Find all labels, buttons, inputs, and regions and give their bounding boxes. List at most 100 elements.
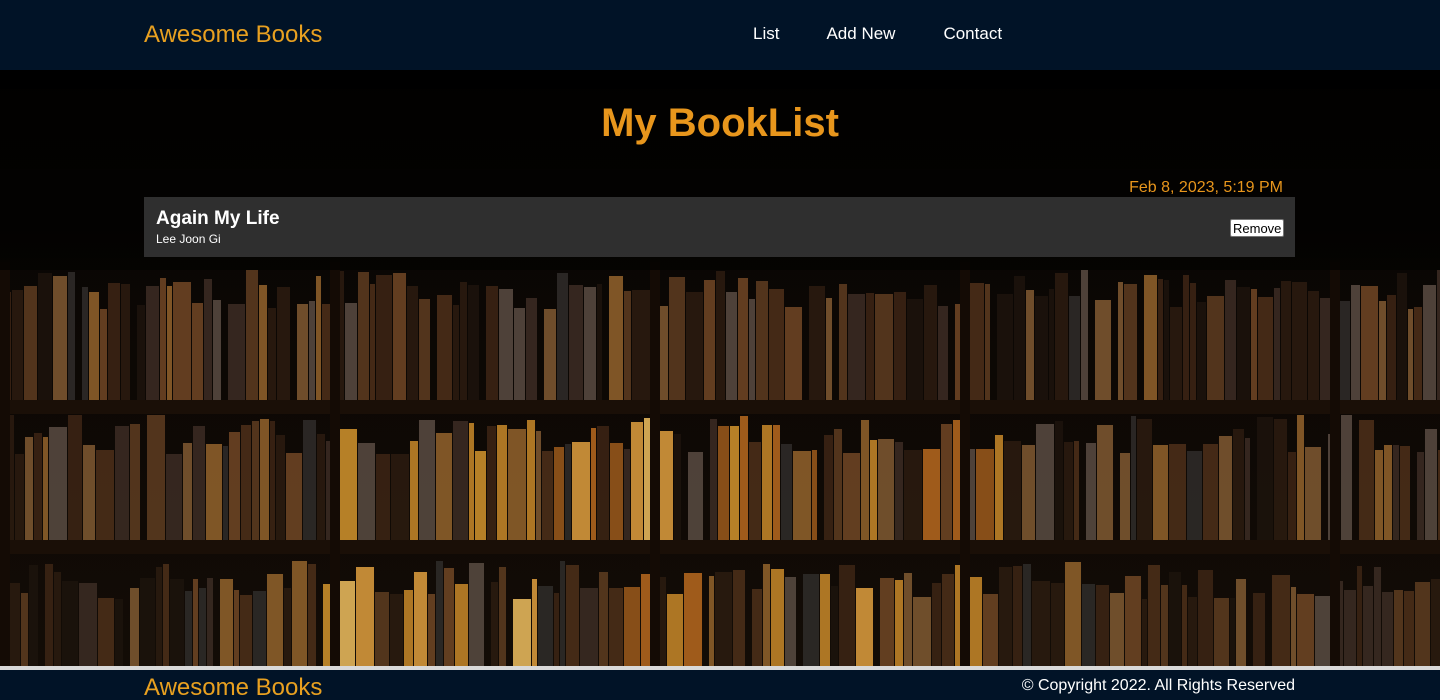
- remove-book-button[interactable]: Remove: [1230, 219, 1285, 237]
- shelf-decor: [192, 303, 203, 400]
- shelf-decor: [1274, 288, 1280, 400]
- shelf-decor: [704, 280, 715, 400]
- shelf-decor: [147, 415, 165, 540]
- shelf-decor: [1425, 429, 1437, 540]
- shelf-decor: [942, 574, 954, 666]
- copyright-text: © Copyright 2022. All Rights Reserved: [1021, 677, 1295, 694]
- shelf-decor: [809, 286, 825, 400]
- shelf-decor: [286, 453, 302, 540]
- shelf-decor: [1158, 279, 1163, 400]
- shelf-decor: [895, 580, 903, 666]
- shelf-decor: [1379, 301, 1386, 400]
- shelf-decor: [96, 450, 114, 540]
- shelf-decor: [1207, 296, 1224, 400]
- shelf-decor: [660, 577, 666, 666]
- shelf-decor: [1233, 429, 1244, 540]
- shelf-decor: [303, 420, 316, 540]
- shelf-decor: [785, 577, 796, 666]
- shelf-decor: [260, 419, 269, 540]
- shelf-decor: [54, 572, 61, 666]
- shelf-decor: [762, 425, 772, 540]
- shelf-decor: [740, 416, 748, 540]
- shelf-decor: [624, 449, 630, 540]
- page-title: My BookList: [601, 101, 839, 145]
- shelf-decor: [1431, 579, 1440, 666]
- shelf-decor: [1137, 419, 1152, 540]
- shelf-decor: [0, 540, 1440, 554]
- shelf-decor: [674, 434, 681, 540]
- footer-brand: Awesome Books: [144, 674, 323, 700]
- shelf-decor: [781, 444, 792, 540]
- shelf-decor: [1291, 587, 1296, 666]
- shelf-decor: [985, 284, 990, 400]
- shelf-decor: [1096, 585, 1109, 666]
- shelf-decor: [1274, 419, 1287, 540]
- shelf-decor: [375, 592, 389, 666]
- shelf-decor: [508, 429, 526, 540]
- shelf-decor: [1197, 302, 1206, 400]
- shelf-decor: [709, 576, 714, 666]
- shelf-decor: [1110, 593, 1124, 666]
- shelf-decor: [49, 427, 67, 540]
- shelf-decor: [839, 565, 855, 666]
- shelf-decor: [356, 567, 374, 666]
- shelf-decor: [560, 561, 565, 666]
- shelf-decor: [976, 449, 994, 540]
- shelf-decor: [428, 594, 435, 666]
- shelf-decor: [824, 435, 833, 540]
- shelf-decor: [89, 292, 99, 400]
- nav-link-contact[interactable]: Contact: [943, 24, 1002, 44]
- shelf-decor: [1170, 307, 1182, 400]
- shelf-decor: [1051, 583, 1064, 666]
- shelf-decor: [1404, 591, 1414, 666]
- shelf-decor: [185, 591, 192, 666]
- shelf-decor: [1086, 443, 1096, 540]
- shelf-decor: [453, 421, 468, 540]
- shelf-decor: [554, 447, 564, 540]
- shelf-decor: [156, 567, 162, 666]
- shelf-decor: [204, 279, 212, 400]
- shelf-decor: [491, 582, 498, 666]
- shelf-decor: [870, 440, 877, 540]
- shelf-decor: [749, 299, 755, 400]
- shelf-decor: [252, 421, 259, 540]
- shelf-decor: [308, 564, 316, 666]
- shelf-decor: [1161, 585, 1168, 666]
- shelf-decor: [100, 309, 107, 400]
- shelf-decor: [1382, 592, 1393, 666]
- shelf-decor: [904, 450, 922, 540]
- shelf-decor: [907, 299, 923, 400]
- shelf-decor: [726, 292, 737, 400]
- shelf-decor: [1414, 307, 1422, 400]
- book-author: Lee Joon Gi: [156, 232, 221, 246]
- shelf-decor: [1164, 280, 1169, 400]
- shelf-decor: [878, 439, 894, 540]
- shelf-decor: [1169, 572, 1181, 666]
- shelf-decor: [733, 570, 745, 666]
- shelf-decor: [669, 277, 685, 400]
- shelf-decor: [1022, 445, 1035, 540]
- shelf-decor: [1049, 289, 1054, 400]
- shelf-decor: [597, 426, 609, 540]
- shelf-decor: [826, 298, 832, 400]
- brand-logo[interactable]: Awesome Books: [144, 21, 322, 49]
- shelf-decor: [1297, 415, 1304, 540]
- nav-link-add-new[interactable]: Add New: [826, 24, 895, 44]
- shelf-decor: [228, 304, 245, 400]
- shelf-decor: [1387, 295, 1396, 400]
- shelf-decor: [1315, 596, 1330, 666]
- shelf-decor: [404, 590, 413, 666]
- shelf-decor: [1142, 599, 1147, 666]
- shelf-decor: [146, 286, 159, 400]
- shelf-decor: [173, 282, 191, 400]
- shelf-decor: [538, 586, 553, 666]
- main-nav: List Add New Contact: [753, 24, 1002, 44]
- shelf-decor: [21, 593, 28, 666]
- nav-link-list[interactable]: List: [753, 24, 779, 44]
- shelf-decor: [444, 568, 454, 666]
- shelf-decor: [284, 588, 291, 666]
- shelf-decor: [53, 276, 67, 400]
- shelf-decor: [1097, 425, 1113, 540]
- shelf-decor: [234, 590, 239, 666]
- shelf-decor: [130, 588, 139, 666]
